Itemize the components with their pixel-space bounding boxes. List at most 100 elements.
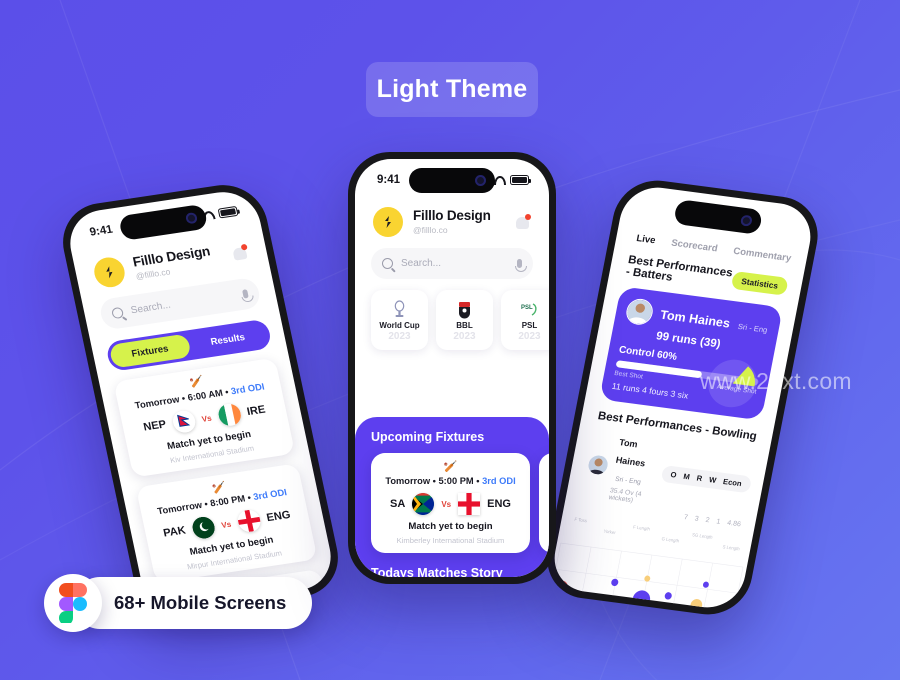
- fixture-1-status: Match yet to begin: [408, 521, 493, 532]
- stat-value-m: 3: [694, 515, 700, 523]
- left-match-2-format: 3rd ODI: [252, 487, 288, 502]
- left-match-1-team-b: IRE: [245, 403, 267, 419]
- left-match-2-time: 8:00 PM: [209, 493, 247, 509]
- left-match-1-format: 3rd ODI: [229, 381, 266, 397]
- bowler-identity: Tom Haines Sri - Eng 35.4 Ov (4 wickets): [608, 432, 662, 506]
- world-cup-trophy-icon: [389, 299, 410, 320]
- search-icon: [111, 306, 125, 320]
- fixture-2-teams: SA Vs ENG: [547, 493, 549, 515]
- center-search-placeholder: Search...: [401, 258, 442, 269]
- bowler-stat-headers: O M R W Econ: [660, 464, 753, 493]
- left-match-2-team-a: PAK: [162, 524, 187, 540]
- center-search-input[interactable]: Search...: [371, 248, 533, 279]
- batter-team: Sri - Eng: [737, 321, 769, 335]
- league-card-psl[interactable]: PSL PSL 2023: [501, 290, 549, 350]
- league-name-bbl: BBL: [456, 320, 473, 330]
- svg-text:S Length: S Length: [722, 544, 740, 551]
- microphone-icon[interactable]: [514, 259, 527, 272]
- battery-icon: [510, 175, 531, 185]
- league-name-world-cup: World Cup: [379, 320, 420, 330]
- bowler-name: Tom Haines: [614, 437, 647, 469]
- cricket-bats-icon: 🏏: [443, 461, 458, 473]
- filllo-logo-icon: [373, 207, 403, 237]
- stat-value-w: 1: [715, 518, 721, 526]
- svg-text:PSL: PSL: [521, 305, 533, 311]
- battery-icon: [217, 206, 239, 219]
- fixture-1-format: 3rd ODI: [482, 476, 516, 486]
- tab-fixtures[interactable]: Fixtures: [108, 333, 192, 369]
- league-card-world-cup[interactable]: World Cup 2023: [371, 290, 428, 350]
- left-search-placeholder: Search...: [129, 299, 172, 317]
- svg-text:F Length: F Length: [633, 524, 651, 531]
- league-carousel: World Cup 2023 BBL 2023 PSL PSL 2023: [355, 279, 549, 363]
- fixture-2-status: Match yet to begin: [547, 521, 549, 532]
- svg-text:F Toss: F Toss: [574, 517, 588, 524]
- left-app-identity: Filllo Design @filllo.co: [131, 243, 224, 281]
- left-status-time: 9:41: [88, 223, 114, 239]
- statistics-button[interactable]: Statistics: [730, 270, 789, 296]
- phone-mockup-left: 9:41 Filllo Design @filllo.co Search...: [55, 179, 346, 621]
- flag-england-icon: [458, 493, 481, 515]
- left-match-1-time: 6:00 AM: [186, 387, 224, 403]
- microphone-icon[interactable]: [242, 289, 249, 299]
- fixture-1-meta: Tomorrow • 5:00 PM • 3rd ODI: [385, 476, 516, 486]
- avatar: [624, 297, 655, 327]
- cricket-bats-icon: 🏏: [547, 462, 549, 473]
- center-app-identity: Filllo Design @filllo.co: [413, 209, 504, 234]
- fixture-2-meta: Tomorrow • 5:00 PM • 3rd ODI: [547, 476, 549, 486]
- phone-mockup-center: 9:41 Filllo Design @filllo.co Search...: [348, 152, 556, 584]
- notification-bell-icon[interactable]: [514, 213, 531, 231]
- batters-section-title: Best Performances - Batters: [624, 254, 734, 284]
- league-year-psl: 2023: [518, 330, 541, 342]
- stat-value-r: 2: [704, 516, 711, 525]
- light-theme-banner: Light Theme: [366, 62, 538, 117]
- center-screen: 9:41 Filllo Design @filllo.co Search...: [355, 159, 549, 577]
- batter-performance-card[interactable]: Tom Haines Sri - Eng 99 runs (39) Contro…: [599, 286, 784, 421]
- fixture-card-1[interactable]: 🏏 Tomorrow • 5:00 PM • 3rd ODI SA Vs ENG…: [371, 453, 530, 553]
- fixture-card-2[interactable]: 🏏 Tomorrow • 5:00 PM • 3rd ODI SA Vs: [539, 453, 549, 553]
- mobile-screens-badge: 68+ Mobile Screens: [44, 574, 313, 632]
- phone-mockup-right: Live Scorecard Commentary Best Performan…: [540, 175, 825, 620]
- svg-text:G Length: G Length: [661, 536, 680, 543]
- stat-header-w: W: [708, 474, 718, 485]
- league-card-bbl[interactable]: BBL 2023: [436, 290, 493, 350]
- filllo-logo-icon: [91, 255, 128, 290]
- stat-header-m: M: [682, 471, 691, 481]
- stat-value-econ: 4.86: [726, 519, 742, 529]
- left-match-1-vs: Vs: [200, 413, 213, 424]
- stat-header-econ: Econ: [722, 476, 743, 488]
- search-icon: [382, 258, 393, 269]
- stat-value-o: 7: [683, 514, 689, 522]
- left-screen: 9:41 Filllo Design @filllo.co Search...: [63, 187, 338, 613]
- watermark: www.25xt.com: [700, 368, 852, 394]
- upcoming-fixtures-panel: Upcoming Fixtures 🏏 Tomorrow • 5:00 PM •…: [355, 417, 549, 577]
- league-year-world-cup: 2023: [388, 330, 411, 342]
- fixture-1-teams: SA Vs ENG: [379, 493, 522, 515]
- flag-england-icon: [235, 508, 263, 534]
- svg-text:Yorker: Yorker: [603, 528, 617, 535]
- league-year-bbl: 2023: [453, 330, 476, 342]
- stat-header-r: R: [695, 472, 704, 483]
- left-match-card-1[interactable]: 🏏 Tomorrow • 6:00 AM • 3rd ODI NEP Vs IR…: [113, 357, 296, 478]
- fixture-1-team-a: SA: [390, 498, 406, 510]
- fixture-1-time: 5:00 PM: [438, 476, 474, 486]
- left-match-card-2[interactable]: 🏏 Tomorrow • 8:00 PM • 3rd ODI PAK Vs EN…: [135, 463, 318, 584]
- fixture-1-team-b: ENG: [487, 498, 511, 510]
- fixtures-title: Upcoming Fixtures: [371, 430, 485, 444]
- light-theme-label: Light Theme: [376, 75, 528, 103]
- stat-header-o: O: [669, 469, 678, 480]
- fixture-1-venue: Kimberley International Stadium: [396, 536, 505, 545]
- bbl-logo-icon: [454, 299, 475, 320]
- right-screen: Live Scorecard Commentary Best Performan…: [548, 183, 817, 612]
- tab-results[interactable]: Results: [186, 322, 269, 357]
- notification-bell-icon[interactable]: [230, 243, 250, 262]
- flag-nepal-icon: [171, 409, 197, 434]
- dynamic-island: [409, 168, 495, 193]
- center-status-time: 9:41: [377, 174, 401, 186]
- wifi-icon: [494, 175, 506, 185]
- center-app-title: Filllo Design: [413, 208, 491, 224]
- tab-live[interactable]: Live: [635, 233, 656, 246]
- fixture-1-vs: Vs: [441, 499, 452, 509]
- center-app-handle: @filllo.co: [413, 224, 448, 235]
- fixture-1-day: Tomorrow: [385, 476, 431, 486]
